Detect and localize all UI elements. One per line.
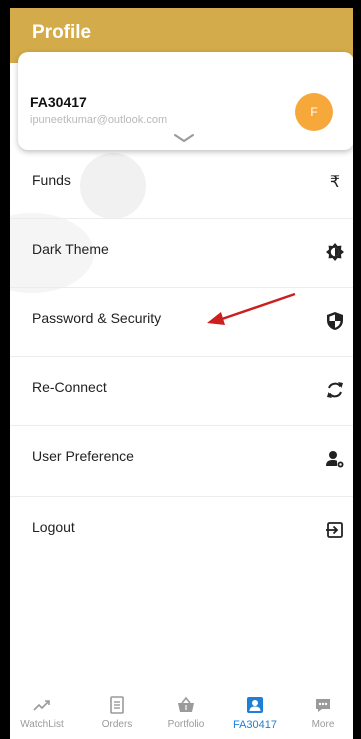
settings-menu: Funds ₹ Dark Theme Password & Security R… — [10, 150, 353, 565]
menu-item-label: Dark Theme — [32, 241, 109, 257]
logout-icon — [326, 522, 343, 538]
menu-item-label: Funds — [32, 172, 71, 188]
tab-orders[interactable]: Orders — [87, 686, 147, 739]
user-settings-icon — [326, 451, 344, 468]
menu-item-label: Password & Security — [32, 310, 162, 326]
tab-profile[interactable]: FA30417 — [225, 686, 285, 739]
profile-card[interactable]: FA30417 ipuneetkumar@outlook.com F — [18, 52, 353, 150]
menu-item-logout[interactable]: Logout — [10, 497, 353, 565]
basket-icon — [178, 696, 194, 712]
tab-label: FA30417 — [232, 719, 278, 731]
orders-icon — [110, 696, 124, 714]
trend-icon — [33, 700, 50, 711]
menu-item-reconnect[interactable]: Re-Connect — [10, 357, 353, 426]
tab-label: Orders — [101, 719, 133, 730]
profile-icon — [247, 697, 263, 713]
annotation-arrow — [207, 292, 296, 325]
tab-label: WatchList — [20, 719, 64, 730]
tab-portfolio[interactable]: Portfolio — [156, 686, 216, 739]
tab-watchlist[interactable]: WatchList — [12, 686, 72, 739]
avatar[interactable]: F — [295, 93, 333, 131]
rupee-icon: ₹ — [329, 174, 341, 191]
menu-item-label: Re-Connect — [32, 379, 107, 395]
brightness-icon — [326, 243, 344, 261]
app-frame: Profile FA30417 ipuneetkumar@outlook.com… — [10, 8, 353, 739]
page-title: Profile — [32, 22, 92, 43]
more-icon — [316, 699, 330, 712]
user-id: FA30417 — [30, 94, 87, 110]
user-email: ipuneetkumar@outlook.com — [30, 114, 168, 126]
menu-item-label: Logout — [32, 519, 75, 535]
tab-label: More — [311, 719, 335, 730]
chevron-down-icon[interactable] — [172, 132, 196, 144]
menu-item-user-preference[interactable]: User Preference — [10, 426, 353, 497]
menu-item-label: User Preference — [32, 448, 134, 464]
tab-label: Portfolio — [167, 719, 205, 730]
bottom-navigation: WatchList Orders Portfolio FA30417 More — [10, 686, 353, 739]
menu-item-password-security[interactable]: Password & Security — [10, 288, 353, 357]
shield-icon — [327, 312, 343, 330]
menu-item-dark-theme[interactable]: Dark Theme — [10, 219, 353, 288]
sync-icon — [327, 382, 343, 398]
tab-more[interactable]: More — [293, 686, 353, 739]
menu-item-funds[interactable]: Funds ₹ — [10, 150, 353, 219]
